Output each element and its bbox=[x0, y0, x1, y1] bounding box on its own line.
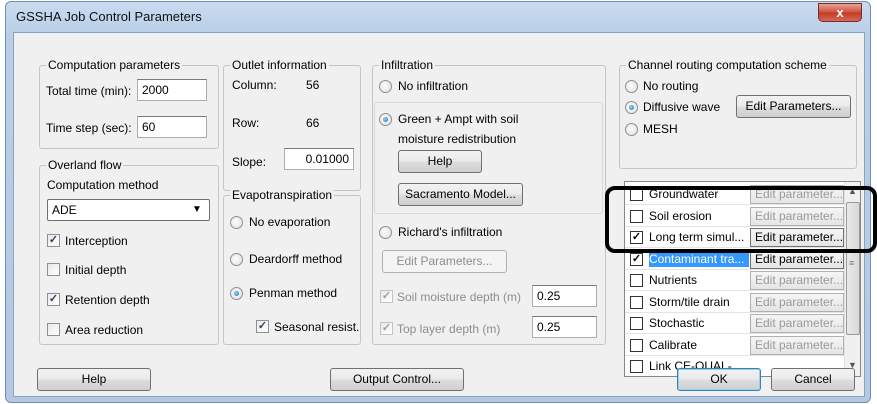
richards-infiltration-label: Richard's infiltration bbox=[398, 225, 503, 239]
option-checkbox[interactable]: ✓ bbox=[630, 252, 643, 266]
row-label: Row: bbox=[232, 116, 260, 130]
grip-icon: ≡ bbox=[849, 258, 855, 268]
chevron-down-icon: ▼ bbox=[192, 204, 202, 215]
check-icon: ✓ bbox=[381, 322, 392, 334]
no-routing-radio[interactable] bbox=[625, 80, 638, 93]
close-icon: x bbox=[836, 5, 844, 20]
computation-method-value: ADE bbox=[52, 203, 77, 217]
retention-depth-label: Retention depth bbox=[65, 293, 150, 307]
edit-parameter-button[interactable]: Edit parameter... bbox=[750, 271, 844, 290]
seasonal-resist-checkbox[interactable]: ✓ bbox=[256, 320, 269, 333]
option-checkbox[interactable] bbox=[630, 338, 643, 352]
ok-button[interactable]: OK bbox=[677, 368, 761, 391]
penman-method-label: Penman method bbox=[249, 286, 338, 300]
check-icon: ✓ bbox=[631, 252, 642, 265]
option-name: Nutrients bbox=[649, 273, 698, 287]
output-control-button[interactable]: Output Control... bbox=[330, 368, 464, 391]
row-value: 66 bbox=[306, 116, 320, 130]
area-reduction-checkbox[interactable] bbox=[47, 323, 60, 336]
option-checkbox[interactable] bbox=[630, 274, 643, 287]
soil-moisture-depth-input[interactable]: 0.25 bbox=[532, 285, 597, 307]
richards-infiltration-radio[interactable] bbox=[379, 226, 392, 239]
penman-method-radio[interactable] bbox=[230, 287, 243, 300]
option-name: Contaminant tra... bbox=[649, 251, 749, 267]
slope-label: Slope: bbox=[232, 155, 267, 169]
outlet-information-legend: Outlet information bbox=[230, 58, 329, 72]
top-layer-depth-checkbox[interactable]: ✓ bbox=[380, 322, 393, 335]
soil-moisture-depth-checkbox[interactable]: ✓ bbox=[380, 290, 393, 303]
deardorff-method-label: Deardorff method bbox=[249, 252, 343, 266]
interception-checkbox[interactable]: ✓ bbox=[47, 234, 60, 247]
no-infiltration-label: No infiltration bbox=[398, 79, 469, 93]
option-checkbox[interactable] bbox=[630, 295, 643, 309]
mesh-radio[interactable] bbox=[625, 123, 638, 136]
window-title: GSSHA Job Control Parameters bbox=[16, 9, 202, 24]
mesh-label: MESH bbox=[643, 122, 678, 136]
diffusive-wave-label: Diffusive wave bbox=[643, 100, 721, 114]
title-bar[interactable]: GSSHA Job Control Parameters x bbox=[6, 2, 870, 32]
option-checkbox[interactable] bbox=[630, 360, 643, 373]
infiltration-edit-parameters-button[interactable]: Edit Parameters... bbox=[382, 250, 507, 273]
edit-parameter-button[interactable]: Edit parameter... bbox=[750, 292, 844, 312]
computation-parameters-legend: Computation parameters bbox=[46, 58, 183, 72]
list-item[interactable]: Nutrients Edit parameter... bbox=[625, 270, 845, 291]
deardorff-method-radio[interactable] bbox=[230, 253, 243, 266]
top-layer-depth-input[interactable]: 0.25 bbox=[532, 316, 597, 338]
list-item[interactable]: Calibrate Edit parameter... bbox=[625, 335, 845, 356]
check-icon: ✓ bbox=[48, 234, 59, 246]
check-icon: ✓ bbox=[48, 293, 59, 305]
evapotranspiration-legend: Evapotranspiration bbox=[230, 188, 335, 202]
close-button[interactable]: x bbox=[818, 3, 862, 22]
time-step-label: Time step (sec): bbox=[46, 121, 132, 135]
no-routing-label: No routing bbox=[643, 79, 699, 93]
soil-moisture-depth-label: Soil moisture depth (m) bbox=[397, 290, 522, 304]
annotation-highlight-box bbox=[605, 186, 877, 253]
time-step-input[interactable]: 60 bbox=[137, 116, 207, 138]
retention-depth-checkbox[interactable]: ✓ bbox=[47, 293, 60, 306]
no-infiltration-radio[interactable] bbox=[379, 80, 392, 93]
diffusive-wave-radio[interactable] bbox=[625, 101, 638, 114]
infiltration-help-button[interactable]: Help bbox=[398, 150, 482, 173]
channel-routing-legend: Channel routing computation scheme bbox=[626, 58, 829, 72]
check-icon: ✓ bbox=[257, 320, 268, 332]
help-button[interactable]: Help bbox=[37, 368, 151, 391]
cancel-button[interactable]: Cancel bbox=[771, 368, 855, 391]
initial-depth-label: Initial depth bbox=[65, 263, 127, 277]
edit-parameter-button[interactable]: Edit parameter... bbox=[750, 314, 844, 333]
list-item[interactable]: Stochastic Edit parameter... bbox=[625, 313, 845, 334]
total-time-input[interactable]: 2000 bbox=[137, 79, 207, 101]
area-reduction-label: Area reduction bbox=[65, 323, 144, 337]
computation-method-select[interactable]: ADE ▼ bbox=[47, 199, 210, 221]
seasonal-resist-label: Seasonal resist. bbox=[274, 320, 360, 334]
column-value: 56 bbox=[306, 78, 320, 92]
green-ampt-label-line1: Green + Ampt with soil bbox=[398, 112, 519, 126]
no-evaporation-radio[interactable] bbox=[230, 216, 243, 229]
option-name: Stochastic bbox=[649, 316, 705, 330]
no-evaporation-label: No evaporation bbox=[249, 215, 331, 229]
total-time-label: Total time (min): bbox=[46, 84, 132, 98]
outlet-information-group: Outlet information Column: 56 Row: 66 Sl… bbox=[223, 58, 361, 191]
check-icon: ✓ bbox=[381, 290, 392, 302]
column-label: Column: bbox=[232, 78, 277, 92]
sacramento-model-button[interactable]: Sacramento Model... bbox=[398, 183, 523, 206]
top-layer-depth-label: Top layer depth (m) bbox=[397, 322, 501, 336]
option-name: Storm/tile drain bbox=[649, 294, 730, 309]
initial-depth-checkbox[interactable] bbox=[47, 263, 60, 276]
overland-flow-group: Overland flow Computation method bbox=[39, 158, 219, 345]
green-ampt-radio[interactable] bbox=[379, 113, 392, 126]
overland-flow-legend: Overland flow bbox=[46, 158, 124, 172]
edit-parameter-button[interactable]: Edit parameter... bbox=[750, 335, 844, 355]
computation-parameters-group: Computation parameters Total time (min):… bbox=[39, 58, 219, 149]
green-ampt-label-line2: moisture redistribution bbox=[398, 132, 517, 146]
option-name: Calibrate bbox=[649, 337, 698, 352]
channel-edit-parameters-button[interactable]: Edit Parameters... bbox=[736, 95, 851, 118]
interception-label: Interception bbox=[65, 234, 128, 248]
list-item[interactable]: Storm/tile drain Edit parameter... bbox=[625, 292, 845, 313]
infiltration-legend: Infiltration bbox=[379, 58, 436, 72]
option-checkbox[interactable] bbox=[630, 317, 643, 330]
computation-method-label: Computation method bbox=[47, 178, 159, 192]
slope-input[interactable]: 0.01000 bbox=[284, 148, 354, 170]
